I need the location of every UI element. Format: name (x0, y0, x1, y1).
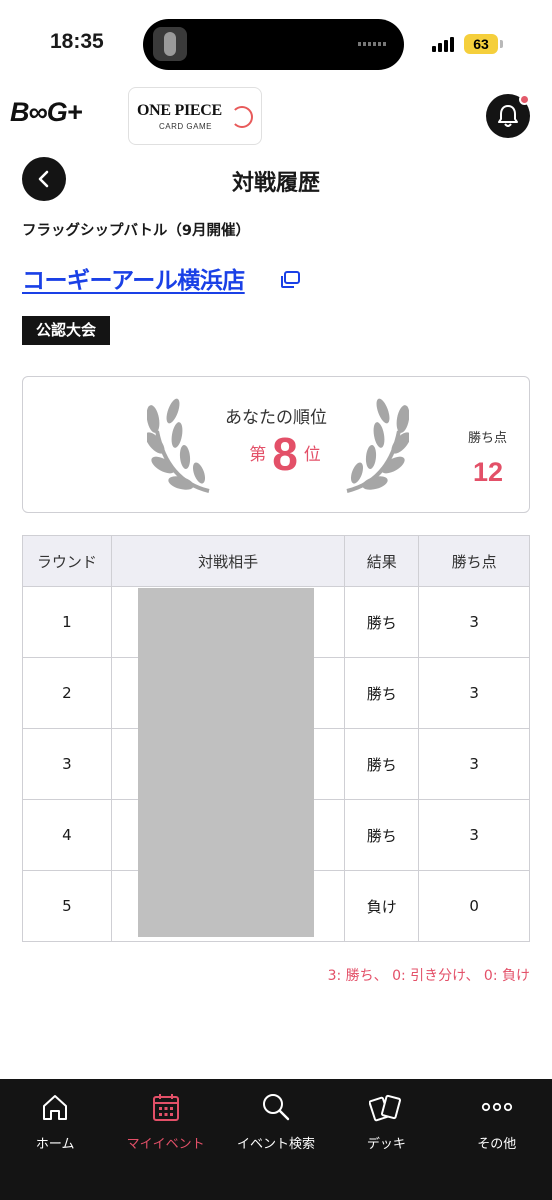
one-piece-card-game-logo[interactable]: ONE PIECE CARD GAME (128, 87, 262, 145)
bandai-card-games-logo[interactable]: B∞G+ (10, 97, 83, 128)
bell-icon (498, 105, 518, 127)
status-bar: 18:35 63 (0, 0, 552, 80)
result-cell: 負け (344, 870, 420, 942)
points-cell: 3 (418, 586, 530, 658)
battery-tip (500, 40, 503, 48)
nav-item-deck[interactable]: デッキ (331, 1079, 441, 1200)
nav-label-my-events: マイイベント (126, 1137, 205, 1152)
page-title: 対戦履歴 (231, 171, 320, 196)
nav-label-home: ホーム (35, 1137, 75, 1152)
nav-label-event-search: イベント検索 (236, 1137, 315, 1152)
more-icon (481, 1102, 512, 1112)
header-opponent: 対戦相手 (110, 535, 346, 587)
points-cell: 0 (418, 870, 530, 942)
header-result: 結果 (344, 535, 420, 587)
notifications-button[interactable] (486, 94, 530, 138)
points-cell: 3 (418, 657, 530, 729)
opponent-redaction (138, 588, 314, 937)
header-round: ラウンド (22, 535, 112, 587)
notification-badge (519, 94, 530, 105)
rank-card: あなたの順位 第8位 勝ち点 12 (22, 376, 530, 513)
dynamic-island (143, 19, 404, 70)
nav-label-deck: デッキ (366, 1137, 406, 1152)
rank-prefix: 第 (249, 445, 267, 465)
bottom-nav: ホーム マイイベント イベント検索 デッキ その他 (0, 1079, 552, 1200)
nav-item-home[interactable]: ホーム (0, 1079, 110, 1200)
nav-label-more: その他 (477, 1137, 517, 1152)
points-cell: 3 (418, 799, 530, 871)
op-logo-title: ONE PIECE (137, 102, 222, 119)
rank-display: 第8位 (235, 427, 335, 481)
external-link-icon[interactable] (279, 270, 301, 290)
round-cell: 1 (22, 586, 112, 658)
status-time: 18:35 (50, 30, 104, 53)
nav-item-event-search[interactable]: イベント検索 (221, 1079, 331, 1200)
result-cell: 勝ち (344, 586, 420, 658)
result-cell: 勝ち (344, 799, 420, 871)
points-legend: 3: 勝ち、 0: 引き分け、 0: 負け (327, 968, 530, 984)
cards-icon (369, 1094, 402, 1122)
round-cell: 5 (22, 870, 112, 942)
nav-item-my-events[interactable]: マイイベント (110, 1079, 220, 1200)
round-cell: 3 (22, 728, 112, 800)
battery-indicator: 63 (464, 34, 498, 54)
result-cell: 勝ち (344, 728, 420, 800)
event-name: フラッグシップバトル（9月開催） (22, 223, 251, 239)
total-points-label: 勝ち点 (467, 431, 507, 446)
search-icon (262, 1094, 290, 1121)
nav-item-more[interactable]: その他 (442, 1079, 552, 1200)
result-cell: 勝ち (344, 657, 420, 729)
cellular-signal-icon (432, 36, 454, 52)
now-playing-thumbnail (153, 27, 187, 61)
calendar-icon (152, 1094, 179, 1121)
op-logo-subtitle: CARD GAME (159, 122, 212, 131)
rank-caption: あなたの順位 (225, 408, 327, 428)
official-event-badge: 公認大会 (22, 316, 111, 345)
round-cell: 2 (22, 657, 112, 729)
audio-waveform-icon (358, 42, 388, 46)
header-points: 勝ち点 (418, 535, 530, 587)
total-points-value: 12 (472, 457, 503, 487)
rank-value: 8 (272, 428, 298, 480)
rank-suffix: 位 (303, 445, 321, 465)
table-header-row: ラウンド 対戦相手 結果 勝ち点 (22, 535, 530, 587)
app-header: B∞G+ ONE PIECE CARD GAME (0, 82, 552, 152)
round-cell: 4 (22, 799, 112, 871)
switch-game-icon (231, 106, 253, 128)
home-icon (43, 1095, 68, 1120)
store-link[interactable]: コーギーアール横浜店 (22, 261, 245, 295)
points-cell: 3 (418, 728, 530, 800)
